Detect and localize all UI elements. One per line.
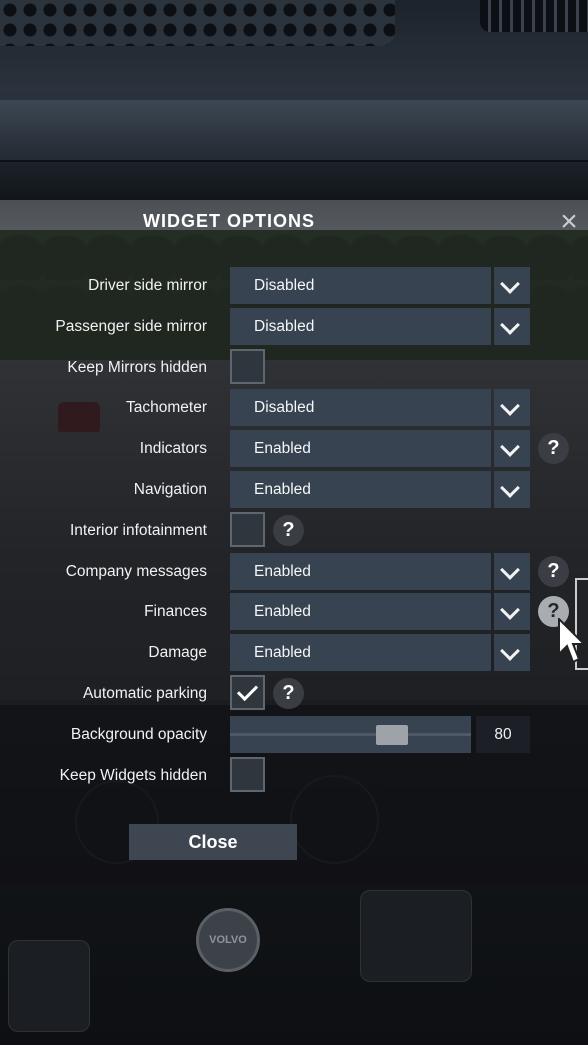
chevron-down-icon — [500, 274, 520, 294]
dropdown-value: Enabled — [230, 430, 491, 468]
help-icon[interactable]: ? — [273, 678, 304, 709]
ceiling-vent — [480, 0, 588, 32]
option-row: Indicators Enabled? — [0, 430, 588, 468]
dropdown-value: Disabled — [230, 307, 491, 345]
chevron-down-icon — [500, 559, 520, 580]
dropdown-arrow-button[interactable] — [494, 634, 530, 672]
chevron-down-icon — [500, 600, 520, 621]
dropdown-value: Enabled — [230, 552, 491, 590]
dropdown-arrow-button[interactable] — [494, 430, 530, 468]
option-row: Driver side mirror Disabled — [0, 267, 588, 304]
chevron-down-icon — [500, 396, 520, 417]
option-label: Keep Mirrors hidden — [67, 358, 207, 376]
dropdown-arrow-button[interactable] — [494, 389, 530, 427]
dropdown-value: Enabled — [230, 593, 491, 631]
option-dropdown[interactable]: Enabled — [230, 552, 530, 590]
help-icon[interactable]: ? — [538, 555, 569, 587]
option-dropdown[interactable]: Enabled — [230, 634, 530, 672]
opacity-value[interactable]: 80 — [476, 715, 530, 753]
help-icon[interactable]: ? — [538, 433, 569, 465]
dropdown-value: Disabled — [230, 267, 491, 304]
chevron-down-icon — [500, 478, 520, 498]
option-row: Interior infotainment? — [0, 511, 588, 549]
option-label: Automatic parking — [82, 685, 207, 702]
option-label: Tachometer — [126, 399, 207, 417]
option-row: Passenger side mirror Disabled — [0, 307, 588, 345]
option-label: Finances — [144, 603, 207, 621]
widget-options-dialog: WIDGET OPTIONS × Driver side mirror Disab… — [0, 200, 588, 885]
option-row: Tachometer Disabled — [0, 389, 588, 427]
steering-right-buttons — [360, 890, 472, 982]
opacity-slider[interactable] — [230, 715, 471, 753]
option-checkbox[interactable] — [230, 348, 265, 384]
option-row: Company messages Enabled? — [0, 552, 588, 590]
chevron-down-icon — [500, 641, 520, 662]
volvo-logo: VOLVO — [196, 908, 260, 972]
dropdown-arrow-button[interactable] — [494, 267, 530, 304]
dropdown-value: Disabled — [230, 389, 491, 427]
checkmark-icon — [236, 679, 259, 702]
dropdown-arrow-button[interactable] — [494, 471, 530, 508]
option-label: Company messages — [65, 562, 207, 580]
option-label: Damage — [148, 644, 207, 662]
option-checkbox[interactable] — [230, 756, 265, 792]
option-checkbox[interactable] — [230, 675, 265, 710]
option-checkbox[interactable] — [230, 511, 265, 547]
dropdown-arrow-button[interactable] — [494, 593, 530, 631]
option-label: Navigation — [133, 481, 207, 498]
option-row: Finances Enabled? — [0, 593, 588, 631]
slider-thumb[interactable] — [376, 724, 408, 745]
dropdown-arrow-button[interactable] — [494, 552, 530, 590]
option-dropdown[interactable]: Enabled — [230, 430, 530, 468]
option-label: Driver side mirror — [88, 277, 207, 294]
option-label: Interior infotainment — [70, 521, 207, 539]
close-button[interactable]: Close — [129, 824, 297, 860]
sun-visor — [0, 100, 588, 162]
option-label: Keep Widgets hidden — [59, 766, 207, 784]
option-label: Passenger side mirror — [55, 317, 207, 335]
option-row: Automatic parking? — [0, 675, 588, 712]
chevron-down-icon — [500, 437, 520, 458]
option-label: Indicators — [139, 440, 207, 458]
chevron-down-icon — [500, 314, 520, 335]
option-row: Damage Enabled — [0, 634, 588, 672]
option-dropdown[interactable]: Enabled — [230, 593, 530, 631]
slider-track — [230, 732, 471, 736]
option-row: Keep Mirrors hidden — [0, 348, 588, 386]
dropdown-value: Enabled — [230, 471, 491, 508]
dropdown-arrow-button[interactable] — [494, 307, 530, 345]
option-dropdown[interactable]: Disabled — [230, 267, 530, 304]
close-x-icon[interactable]: × — [556, 207, 582, 237]
option-row: Keep Widgets hidden — [0, 756, 588, 794]
option-row: Navigation Enabled — [0, 471, 588, 508]
help-icon[interactable]: ? — [273, 514, 304, 546]
option-label: Background opacity — [70, 725, 207, 743]
dropdown-value: Enabled — [230, 634, 491, 672]
steering-left-buttons — [8, 940, 90, 1032]
option-row: Background opacity 80 — [0, 715, 588, 753]
ceiling-grille — [0, 0, 395, 46]
option-dropdown[interactable]: Enabled — [230, 471, 530, 508]
dialog-title: WIDGET OPTIONS — [142, 211, 315, 231]
option-dropdown[interactable]: Disabled — [230, 307, 530, 345]
option-dropdown[interactable]: Disabled — [230, 389, 530, 427]
